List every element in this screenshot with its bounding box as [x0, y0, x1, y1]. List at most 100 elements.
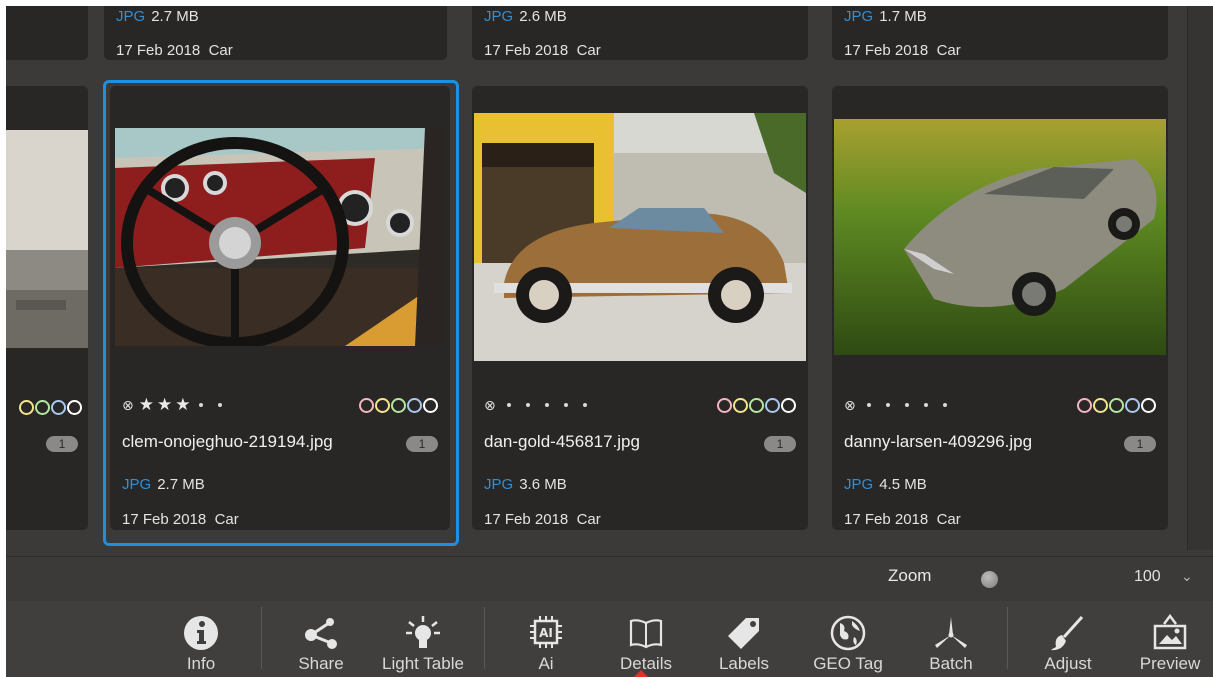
star-rating[interactable]: ⊗ ★ ★ ★ — [122, 395, 228, 415]
info-button[interactable]: Info — [171, 601, 231, 677]
photo-filename: danny-larsen-409296.jpg — [844, 432, 1033, 451]
color-label-pink[interactable] — [1077, 397, 1092, 413]
date-tag-line: 17 Feb 2018 Car — [122, 511, 239, 528]
photo-date: 17 Feb 2018 — [844, 511, 929, 528]
star-rating[interactable]: ⊗ — [844, 397, 953, 414]
details-button[interactable]: Details — [611, 601, 681, 677]
photo-tag: Car — [214, 511, 239, 528]
file-info: JPG 2.7 MB — [122, 476, 205, 493]
color-label-pink[interactable] — [359, 397, 374, 413]
color-labels[interactable] — [19, 399, 82, 415]
adjust-button[interactable]: Adjust — [1036, 601, 1100, 677]
labels-button[interactable]: Labels — [711, 601, 777, 677]
light-table-button[interactable]: Light Table — [373, 601, 473, 677]
photo-card-top-1[interactable]: JPG 2.7 MB 17 Feb 2018 Car — [104, 6, 447, 60]
color-label-green[interactable] — [35, 399, 50, 415]
empty-star-dot[interactable] — [885, 403, 890, 407]
empty-star-dot[interactable] — [506, 403, 511, 407]
app-window: JPG 2.7 MB 17 Feb 2018 Car JPG 2.6 MB 17 F… — [6, 6, 1213, 677]
labels-label: Labels — [718, 654, 770, 673]
gallery-scrollbar[interactable] — [1187, 6, 1213, 550]
photo-filename: clem-onojeghuo-219194.jpg — [122, 432, 333, 451]
version-badge: 1 — [764, 436, 796, 452]
date-tag-line: 17 Feb 2018 Car — [844, 511, 961, 528]
info-icon — [181, 613, 221, 653]
color-label-yellow[interactable] — [19, 399, 34, 415]
color-label-white[interactable] — [67, 399, 82, 415]
photo-card[interactable]: ⊗ danny-larsen-409296.jpg 1 JPG 4.5 MB 1… — [832, 86, 1168, 530]
photo-gallery: JPG 2.7 MB 17 Feb 2018 Car JPG 2.6 MB 17 F… — [6, 6, 1187, 550]
ai-button[interactable]: AI Ai — [516, 601, 576, 677]
photo-card-top-2[interactable]: JPG 2.6 MB 17 Feb 2018 Car — [472, 6, 808, 60]
photo-thumbnail[interactable] — [115, 128, 445, 346]
photo-card[interactable]: ⊗ ★ ★ ★ clem-onojeghuo-219194.jpg 1 JPG 2… — [110, 86, 450, 530]
empty-star-dot[interactable] — [218, 403, 223, 407]
reject-icon[interactable]: ⊗ — [122, 397, 134, 414]
zoom-value: 100 — [1134, 568, 1161, 585]
info-label: Info — [186, 654, 216, 673]
color-labels[interactable] — [359, 397, 438, 413]
preview-button[interactable]: Preview — [1134, 601, 1206, 677]
reject-icon[interactable]: ⊗ — [484, 397, 496, 414]
photo-date: 17 Feb 2018 — [484, 42, 569, 59]
color-label-yellow[interactable] — [375, 397, 390, 413]
color-label-white[interactable] — [423, 397, 438, 413]
geo-tag-button[interactable]: GEO Tag — [806, 601, 890, 677]
color-label-green[interactable] — [749, 397, 764, 413]
color-label-blue[interactable] — [51, 399, 66, 415]
photo-thumbnail[interactable] — [834, 119, 1166, 355]
preview-icon — [1150, 613, 1190, 653]
zoom-slider-knob[interactable] — [981, 571, 998, 588]
photo-card-left-partial[interactable]: 1 — [6, 86, 88, 530]
color-labels[interactable] — [717, 397, 796, 413]
color-labels[interactable] — [1077, 397, 1156, 413]
color-label-green[interactable] — [1109, 397, 1124, 413]
batch-button[interactable]: Batch — [921, 601, 981, 677]
photo-thumbnail[interactable] — [474, 113, 806, 361]
color-label-green[interactable] — [391, 397, 406, 413]
star-icon[interactable]: ★ — [157, 395, 172, 415]
color-label-blue[interactable] — [1125, 397, 1140, 413]
empty-star-dot[interactable] — [525, 403, 530, 407]
file-info: JPG 3.6 MB — [484, 476, 567, 493]
empty-star-dot[interactable] — [582, 403, 587, 407]
photo-card[interactable]: ⊗ dan-gold-456817.jpg 1 JPG 3.6 MB 17 Fe… — [472, 86, 808, 530]
star-rating[interactable]: ⊗ — [484, 397, 593, 414]
globe-icon — [828, 613, 868, 653]
reject-icon[interactable]: ⊗ — [844, 397, 856, 414]
empty-star-dot[interactable] — [563, 403, 568, 407]
toolbar-separator — [261, 607, 262, 669]
color-label-blue[interactable] — [765, 397, 780, 413]
empty-star-dot[interactable] — [544, 403, 549, 407]
color-label-white[interactable] — [781, 397, 796, 413]
star-icon[interactable]: ★ — [139, 395, 154, 415]
photo-thumbnail[interactable] — [6, 130, 88, 348]
star-icon[interactable]: ★ — [175, 395, 190, 415]
photo-tag: Car — [576, 42, 601, 59]
empty-star-dot[interactable] — [942, 403, 947, 407]
empty-star-dot[interactable] — [904, 403, 909, 407]
photo-tag: Car — [576, 511, 601, 528]
share-label: Share — [298, 654, 344, 673]
preview-label: Preview — [1139, 654, 1201, 673]
file-size: 4.5 MB — [879, 476, 927, 493]
color-label-pink[interactable] — [717, 397, 732, 413]
toolbar-separator — [1007, 607, 1008, 669]
file-size: 2.7 MB — [157, 476, 205, 493]
file-type: JPG — [122, 476, 152, 493]
file-size: 3.6 MB — [519, 476, 567, 493]
photo-tag: Car — [936, 511, 961, 528]
share-button[interactable]: Share — [291, 601, 351, 677]
cursor-arrow-icon — [634, 670, 648, 677]
photo-card-top-3[interactable]: JPG 1.7 MB 17 Feb 2018 Car — [832, 6, 1168, 60]
empty-star-dot[interactable] — [866, 403, 871, 407]
photo-card-partial[interactable] — [6, 6, 88, 60]
color-label-yellow[interactable] — [1093, 397, 1108, 413]
file-info: JPG 4.5 MB — [844, 476, 927, 493]
empty-star-dot[interactable] — [923, 403, 928, 407]
color-label-blue[interactable] — [407, 397, 422, 413]
color-label-white[interactable] — [1141, 397, 1156, 413]
color-label-yellow[interactable] — [733, 397, 748, 413]
chevron-down-icon[interactable]: ⌄ — [1181, 568, 1193, 585]
empty-star-dot[interactable] — [199, 403, 204, 407]
